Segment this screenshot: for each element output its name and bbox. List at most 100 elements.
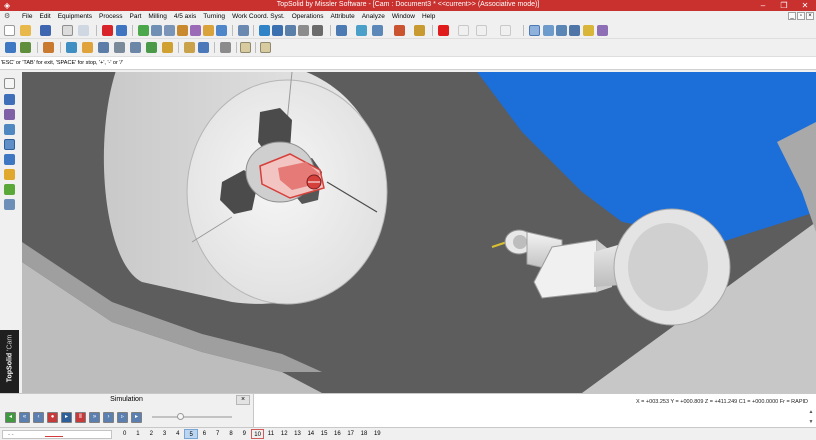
simulation-close-button[interactable]: × [236, 395, 250, 405]
point-icon[interactable] [259, 25, 270, 36]
menu-help[interactable]: Help [422, 13, 435, 20]
curve-icon[interactable] [298, 25, 309, 36]
menu-turning[interactable]: Turning [203, 13, 225, 20]
graphics-viewport[interactable] [22, 72, 816, 393]
layer-tab[interactable]: 3 [158, 429, 171, 439]
roughing-icon[interactable] [82, 42, 93, 53]
simulation-speed-thumb[interactable] [177, 413, 184, 420]
post-processor-icon[interactable] [260, 42, 271, 53]
print-icon[interactable] [62, 25, 73, 36]
minimize-icon[interactable]: – [754, 0, 772, 11]
doc-restore-icon[interactable]: ▫ [797, 12, 805, 20]
menu-4-5-axis[interactable]: 4/5 axis [174, 13, 196, 20]
assembly-icon[interactable] [4, 109, 15, 120]
menu-file[interactable]: File [22, 13, 32, 20]
cam-mode-icon[interactable] [4, 139, 15, 150]
zoom-icon[interactable] [336, 25, 347, 36]
go-end-icon[interactable]: ▸ [131, 412, 142, 423]
line-width-icon[interactable] [500, 25, 511, 36]
line-style-icon[interactable] [476, 25, 487, 36]
layer-tab[interactable]: 17 [344, 429, 357, 439]
layer-tab[interactable]: 16 [331, 429, 344, 439]
parameters-icon[interactable] [203, 25, 214, 36]
properties-icon[interactable] [569, 25, 580, 36]
layer-tab[interactable]: 11 [264, 429, 277, 439]
lighting-icon[interactable] [414, 25, 425, 36]
document-icon[interactable] [583, 25, 594, 36]
tools-icon[interactable] [4, 124, 15, 135]
view-icon[interactable] [372, 25, 383, 36]
operations-list-icon[interactable] [220, 42, 231, 53]
menu-part[interactable]: Part [130, 13, 142, 20]
print-preview-icon[interactable] [78, 25, 89, 36]
layer-icon[interactable] [529, 25, 540, 36]
point-style-icon[interactable] [458, 25, 469, 36]
restore-icon[interactable]: ❐ [775, 0, 793, 11]
dimension-icon[interactable] [285, 25, 296, 36]
facing-icon[interactable] [66, 42, 77, 53]
save-icon[interactable] [40, 25, 51, 36]
menu-analyze[interactable]: Analyze [362, 13, 385, 20]
layer-tab[interactable]: 4 [171, 429, 184, 439]
turning-icon[interactable] [5, 42, 16, 53]
doc-minimize-icon[interactable]: _ [788, 12, 796, 20]
spindle-icon[interactable] [198, 42, 209, 53]
cutting-tool-icon[interactable] [177, 25, 188, 36]
milling-icon[interactable] [20, 42, 31, 53]
step-forward-icon[interactable]: › [103, 412, 114, 423]
layer-tab[interactable]: 8 [224, 429, 237, 439]
layer-tab[interactable]: 5 [184, 429, 198, 439]
menu-operations[interactable]: Operations [292, 13, 324, 20]
layer-tab[interactable]: 6 [198, 429, 211, 439]
step-next-icon[interactable]: ▹ [117, 412, 128, 423]
record-icon[interactable]: ● [47, 412, 58, 423]
step-forward-fast-icon[interactable]: » [89, 412, 100, 423]
machine-setup-icon[interactable] [4, 169, 15, 180]
simulation-icon[interactable] [216, 25, 227, 36]
operation-icon[interactable] [190, 25, 201, 36]
parting-icon[interactable] [162, 42, 173, 53]
document-system-icon[interactable]: ⚙ [4, 13, 12, 20]
layer-tab[interactable]: 7 [211, 429, 224, 439]
attribute-icon[interactable] [556, 25, 567, 36]
fixture-icon[interactable] [164, 25, 175, 36]
step-back-fast-icon[interactable]: « [19, 412, 30, 423]
machine-icon[interactable] [151, 25, 162, 36]
zoom-fit-icon[interactable] [356, 25, 367, 36]
delete-icon[interactable] [102, 25, 113, 36]
layer-tab[interactable]: 13 [291, 429, 304, 439]
layer-tab[interactable]: 1 [131, 429, 144, 439]
current-layer-field[interactable]: - - [2, 430, 112, 439]
layer-tab[interactable]: 10 [250, 429, 265, 439]
fixtures-icon[interactable] [4, 154, 15, 165]
menu-window[interactable]: Window [392, 13, 415, 20]
undo-icon[interactable] [116, 25, 127, 36]
new-document-icon[interactable] [4, 25, 15, 36]
layer-tab[interactable]: 9 [238, 429, 251, 439]
finishing-icon[interactable] [98, 42, 109, 53]
layer-tab[interactable]: 14 [304, 429, 317, 439]
layer-tab[interactable]: 19 [371, 429, 384, 439]
menu-attribute[interactable]: Attribute [330, 13, 354, 20]
user-icon[interactable] [4, 199, 15, 210]
pause-icon[interactable]: Ⅱ [75, 412, 86, 423]
nc-simulation-icon[interactable] [4, 184, 15, 195]
shape-design-icon[interactable] [4, 94, 15, 105]
stock-icon[interactable] [43, 42, 54, 53]
render-icon[interactable] [394, 25, 405, 36]
menu-equipments[interactable]: Equipments [58, 13, 92, 20]
close-icon[interactable]: ✕ [796, 0, 814, 11]
color-picker-icon[interactable] [438, 25, 449, 36]
grooving-icon[interactable] [114, 42, 125, 53]
layer-tab[interactable]: 0 [118, 429, 131, 439]
select-icon[interactable] [238, 25, 249, 36]
layer-tab[interactable]: 2 [145, 429, 158, 439]
layer-tab[interactable]: 12 [278, 429, 291, 439]
scroll-down-icon[interactable]: ▼ [807, 418, 815, 426]
library-icon[interactable] [597, 25, 608, 36]
menu-process[interactable]: Process [99, 13, 122, 20]
menu-work-coord-syst[interactable]: Work Coord. Syst. [232, 13, 285, 20]
nc-program-icon[interactable] [240, 42, 251, 53]
layer-tab[interactable]: 15 [317, 429, 330, 439]
menu-milling[interactable]: Milling [148, 13, 166, 20]
